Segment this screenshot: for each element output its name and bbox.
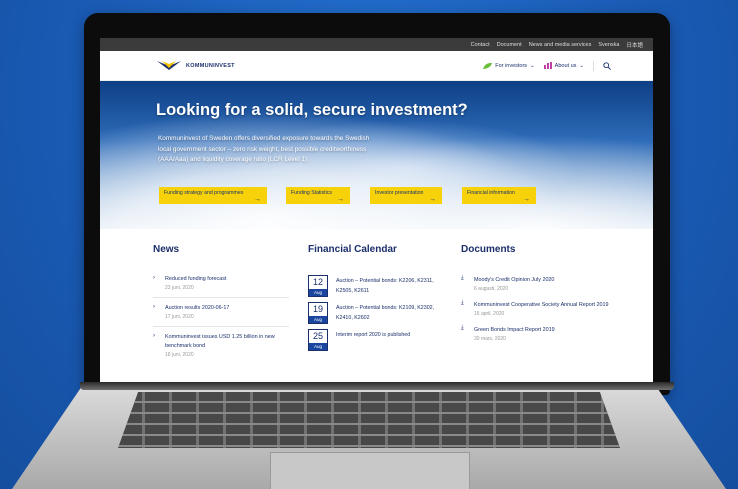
news-item-title: Kommuninvest issues USD 1.25 billion in … [165, 334, 275, 349]
funding-statistics-label: Funding Statistics [291, 190, 332, 196]
date-badge-day: 19 [312, 304, 323, 314]
date-badge-month: Aug [309, 289, 327, 296]
main-nav: For investors ⌄ About us ⌄ [483, 60, 611, 71]
hero-description: Kommuninvest of Sweden offers diversifie… [158, 135, 370, 164]
leaf-icon [483, 62, 493, 69]
nav-for-investors[interactable]: For investors ⌄ [483, 62, 535, 69]
document-title: Moody's Credit Opinion July 2020 [474, 277, 555, 283]
news-item-date: 16 juni, 2020 [165, 352, 194, 358]
documents-section: Documents ⤓ Moody's Credit Opinion July … [461, 244, 631, 370]
document-item[interactable]: ⤓ Kommuninvest Cooperative Society Annua… [461, 300, 611, 318]
documents-heading: Documents [461, 244, 516, 255]
topbar-link-svenska[interactable]: Svenska [598, 42, 619, 48]
news-item-title: Reduced funding forecast [165, 276, 227, 282]
arrow-right-icon: → [523, 196, 530, 203]
download-icon: ⤓ [461, 275, 464, 281]
topbar-link-japanese[interactable]: 日本語 [626, 41, 643, 49]
logo[interactable]: KOMMUNINVEST [156, 59, 235, 73]
investor-presentation-label: Investor presentation [375, 190, 424, 196]
date-badge: 12 Aug [308, 275, 328, 297]
chevron-right-icon: › [153, 304, 155, 310]
news-item[interactable]: › Reduced funding forecast 23 juni, 2020 [153, 275, 289, 298]
download-icon: ⤓ [461, 300, 464, 306]
news-item[interactable]: › Auction results 2020-06-17 17 juni, 20… [153, 304, 289, 327]
chevron-down-icon: ⌄ [579, 62, 584, 69]
topbar-link-contact[interactable]: Contact [471, 42, 490, 48]
topbar-link-news-media[interactable]: News and media services [529, 42, 592, 48]
arrow-right-icon: → [337, 196, 344, 203]
chevron-right-icon: › [153, 275, 155, 281]
laptop-hinge [80, 382, 674, 390]
search-icon[interactable] [603, 61, 611, 70]
calendar-item[interactable]: 19 Aug Auction – Potential bonds: K2109,… [308, 302, 461, 324]
news-item-date: 23 juni, 2020 [165, 285, 194, 291]
funding-statistics-button[interactable]: Funding Statistics → [286, 187, 350, 204]
news-section: News › Reduced funding forecast 23 juni,… [153, 244, 308, 370]
date-badge-month: Aug [309, 316, 327, 323]
logo-text: KOMMUNINVEST [186, 62, 235, 69]
nav-divider [593, 60, 594, 71]
news-item-date: 17 juni, 2020 [165, 314, 194, 320]
document-title: Green Bonds Impact Report 2019 [474, 327, 555, 333]
calendar-item[interactable]: 25 Aug Interim report 2020 is published [308, 329, 461, 351]
chart-icon [543, 62, 552, 69]
laptop-trackpad [270, 452, 470, 489]
funding-strategy-label: Funding strategy and programmes [164, 190, 244, 196]
content-columns: News › Reduced funding forecast 23 juni,… [100, 229, 653, 370]
document-item[interactable]: ⤓ Green Bonds Impact Report 2019 30 mars… [461, 325, 611, 343]
chevron-right-icon: › [153, 333, 155, 339]
date-badge: 25 Aug [308, 329, 328, 351]
document-date: 30 mars, 2020 [474, 336, 506, 342]
laptop-screen: Contact Document News and media services… [100, 38, 653, 382]
document-title: Kommuninvest Cooperative Society Annual … [474, 302, 609, 308]
hero-banner: Looking for a solid, secure investment? … [100, 81, 653, 229]
chevron-down-icon: ⌄ [530, 62, 535, 69]
nav-about-us[interactable]: About us ⌄ [543, 62, 584, 69]
arrow-right-icon: → [254, 196, 261, 203]
date-badge-month: Aug [309, 343, 327, 350]
keyboard-rows [118, 392, 620, 448]
document-date: 16 april, 2020 [474, 311, 505, 317]
date-badge-day: 12 [312, 277, 323, 287]
date-badge: 19 Aug [308, 302, 328, 324]
news-item[interactable]: › Kommuninvest issues USD 1.25 billion i… [153, 333, 289, 364]
financial-information-button[interactable]: Financial information → [462, 187, 536, 204]
investor-presentation-button[interactable]: Investor presentation → [370, 187, 442, 204]
calendar-item-text: Interim report 2020 is published [336, 332, 411, 338]
funding-strategy-button[interactable]: Funding strategy and programmes → [159, 187, 267, 204]
nav-for-investors-label: For investors [495, 62, 528, 69]
financial-information-label: Financial information [467, 190, 515, 196]
download-icon: ⤓ [461, 325, 464, 331]
logo-bird-icon [157, 60, 181, 70]
nav-about-us-label: About us [554, 62, 577, 69]
calendar-item[interactable]: 12 Aug Auction – Potential bonds: K2206,… [308, 275, 461, 297]
calendar-item-text: Auction – Potential bonds: K2109, K2302,… [336, 305, 435, 321]
hero-title: Looking for a solid, secure investment? [156, 101, 468, 119]
news-heading: News [153, 244, 180, 255]
financial-calendar-section: Financial Calendar 12 Aug Auction – Pote… [308, 244, 461, 370]
document-date: 6 augusti, 2020 [474, 286, 509, 292]
calendar-item-text: Auction – Potential bonds: K2206, K2311,… [336, 278, 434, 294]
document-item[interactable]: ⤓ Moody's Credit Opinion July 2020 6 aug… [461, 275, 611, 293]
news-item-title: Auction results 2020-06-17 [165, 305, 230, 311]
utility-bar: Contact Document News and media services… [100, 38, 653, 51]
arrow-right-icon: → [429, 196, 436, 203]
date-badge-day: 25 [312, 331, 323, 341]
calendar-heading: Financial Calendar [308, 244, 397, 255]
topbar-link-document[interactable]: Document [497, 42, 522, 48]
site-header: KOMMUNINVEST For investors ⌄ About us ⌄ [100, 51, 653, 81]
